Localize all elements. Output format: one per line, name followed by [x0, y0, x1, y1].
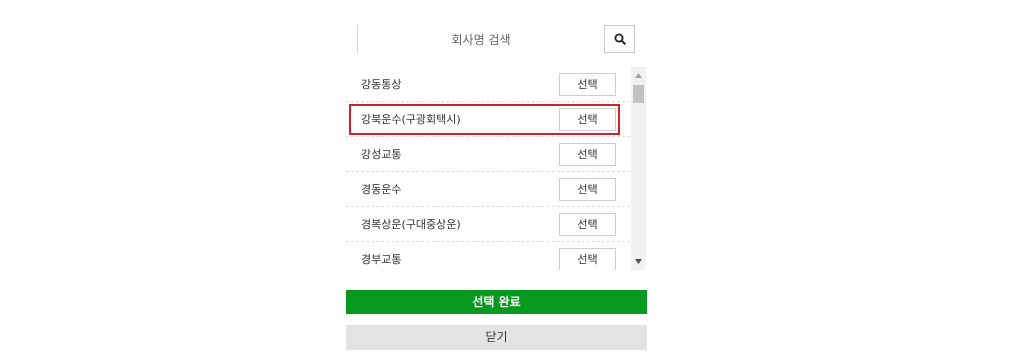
scroll-thumb[interactable] — [633, 85, 644, 103]
search-divider — [357, 25, 358, 54]
list-item: 강북운수(구광회택시) 선택 — [346, 102, 630, 137]
select-button[interactable]: 선택 — [559, 213, 616, 236]
list-item: 경동운수 선택 — [346, 172, 630, 207]
list-item: 경부교통 선택 — [346, 242, 630, 270]
close-button[interactable]: 닫기 — [346, 325, 647, 350]
search-input[interactable] — [363, 26, 599, 54]
company-name: 경부교통 — [361, 253, 402, 266]
company-list: 강동통상 선택 강북운수(구광회택시) 선택 강성교통 선택 경동운수 선택 경… — [346, 67, 647, 270]
company-name: 강성교통 — [361, 148, 402, 161]
scrollbar[interactable] — [631, 67, 646, 270]
scroll-up-arrow[interactable] — [631, 68, 646, 82]
list-item: 강성교통 선택 — [346, 137, 630, 172]
triangle-up-icon — [635, 72, 642, 78]
scroll-down-arrow[interactable] — [631, 254, 646, 268]
company-name: 강북운수(구광회택시) — [361, 113, 461, 126]
select-button[interactable]: 선택 — [559, 143, 616, 166]
confirm-selection-button[interactable]: 선택 완료 — [346, 290, 647, 314]
select-button[interactable]: 선택 — [559, 73, 616, 96]
list-item: 강동통상 선택 — [346, 67, 630, 102]
search-bar — [357, 22, 635, 56]
select-button[interactable]: 선택 — [559, 108, 616, 131]
search-icon — [614, 33, 626, 45]
select-button[interactable]: 선택 — [559, 248, 616, 270]
select-button[interactable]: 선택 — [559, 178, 616, 201]
search-button[interactable] — [604, 25, 635, 53]
company-name: 경동운수 — [361, 183, 402, 196]
triangle-down-icon — [635, 258, 642, 264]
company-name: 강동통상 — [361, 78, 402, 91]
company-search-panel: 강동통상 선택 강북운수(구광회택시) 선택 강성교통 선택 경동운수 선택 경… — [346, 0, 647, 357]
company-name: 경복상운(구대중상운) — [361, 218, 461, 231]
list-item: 경복상운(구대중상운) 선택 — [346, 207, 630, 242]
